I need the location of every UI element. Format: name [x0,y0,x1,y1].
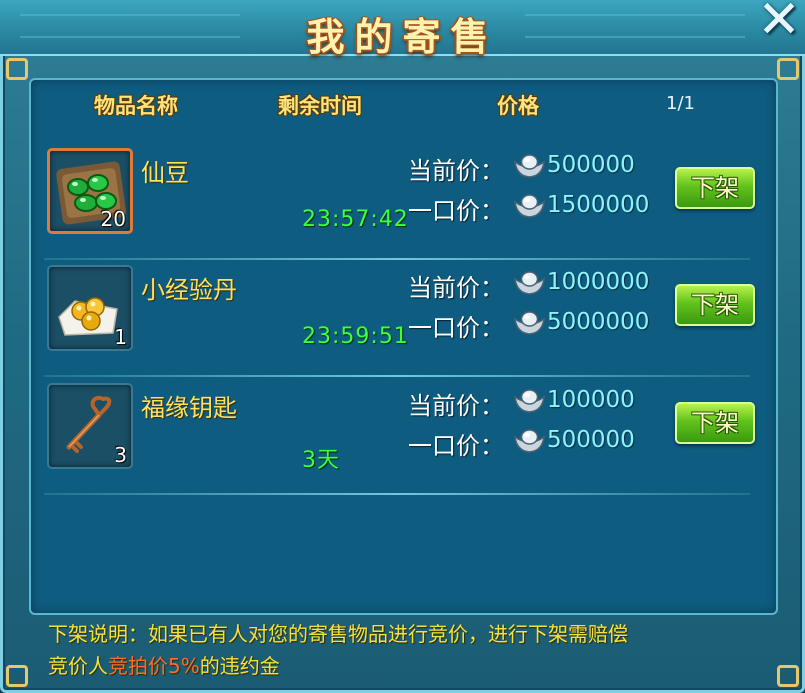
delist-button[interactable]: 下架 [675,167,755,209]
corner-ornament-icon [777,665,799,687]
current-price-value: 100000 [547,387,635,413]
row-divider [44,375,750,377]
silver-ingot-icon [514,154,545,178]
item-name: 小经验丹 [141,276,237,304]
delist-button[interactable]: 下架 [675,402,755,444]
column-header-time: 剩余时间 [278,94,362,118]
note-highlight: 竞拍价5% [108,654,200,678]
buyout-price-label: 一口价： [408,314,504,342]
silver-ingot-icon [514,389,545,413]
buyout-price-value: 5000000 [547,309,650,335]
page-indicator: 1/1 [666,93,695,114]
item-slot[interactable]: 3 [47,383,133,469]
buyout-price-value: 1500000 [547,192,650,218]
row-divider [44,493,750,495]
column-header-name: 物品名称 [94,94,178,118]
time-remaining: 3天 [302,448,340,473]
buyout-price-label: 一口价： [408,432,504,460]
silver-ingot-icon [514,311,545,335]
column-header-price: 价格 [497,94,539,118]
row-divider [44,258,750,260]
delist-button[interactable]: 下架 [675,284,755,326]
note-text: 的违约金 [199,654,280,678]
item-slot[interactable]: 1 [47,265,133,351]
item-name: 仙豆 [141,159,189,187]
time-remaining: 23:59:51 [302,324,409,349]
item-count: 20 [100,207,126,231]
silver-ingot-icon [514,271,545,295]
item-name: 福缘钥匙 [141,394,237,422]
delist-note-line2: 竞价人竞拍价5%的违约金 [48,650,778,679]
listing-row: 1 小经验丹 23:59:51 当前价： 1000000 一口价： 500000… [44,262,755,377]
note-text: 竞价人 [48,654,108,678]
window-title: 我的寄售 [306,15,499,59]
item-count: 1 [114,325,127,349]
title-bar: 我的寄售 [0,0,805,59]
listing-row: 3 福缘钥匙 3天 当前价： 100000 一口价： 500000 下架 [44,380,755,495]
item-count: 3 [114,443,127,467]
silver-ingot-icon [514,194,545,218]
corner-ornament-icon [777,58,799,80]
current-price-label: 当前价： [408,274,504,302]
delist-note-line1: 下架说明：如果已有人对您的寄售物品进行竞价，进行下架需赔偿 [48,622,628,646]
corner-ornament-icon [6,58,28,80]
time-remaining: 23:57:42 [302,207,409,232]
buyout-price-value: 500000 [547,427,635,453]
listing-row: 20 仙豆 23:57:42 当前价： 500000 一口价： 1500000 … [44,145,755,260]
close-button[interactable]: ✕ [757,0,801,46]
silver-ingot-icon [514,429,545,453]
current-price-value: 500000 [547,152,635,178]
current-price-label: 当前价： [408,157,504,185]
item-slot[interactable]: 20 [47,148,133,234]
current-price-value: 1000000 [547,269,650,295]
corner-ornament-icon [6,665,28,687]
buyout-price-label: 一口价： [408,197,504,225]
current-price-label: 当前价： [408,392,504,420]
